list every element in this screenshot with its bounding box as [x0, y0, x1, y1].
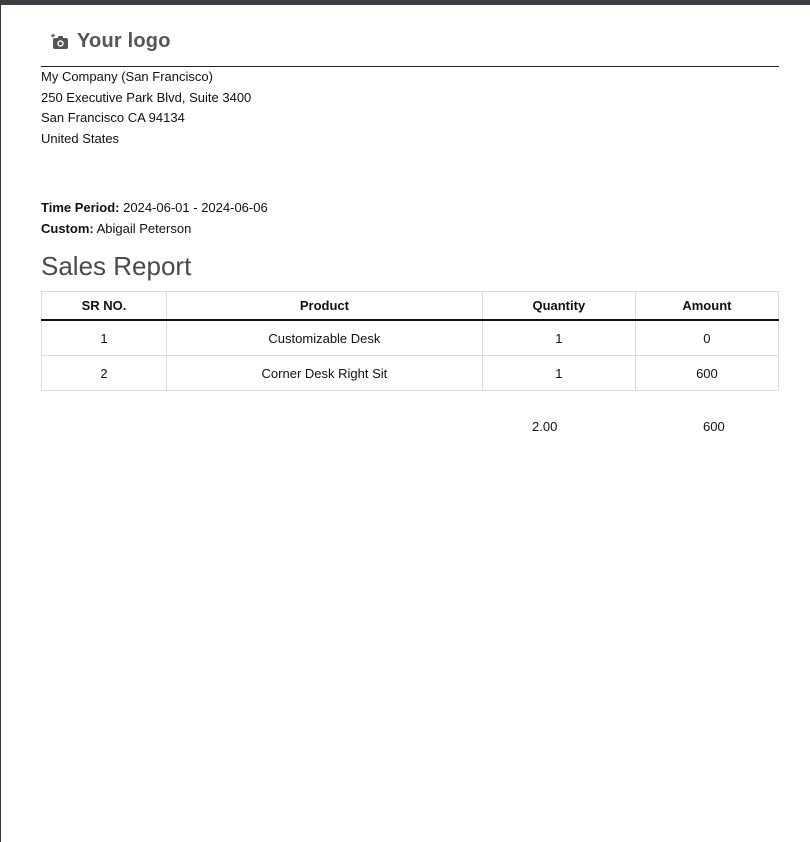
total-amount: 600 — [703, 419, 725, 434]
cell-quantity: 1 — [481, 319, 636, 356]
company-country: United States — [41, 130, 120, 146]
time-period-label: Time Period: — [41, 200, 120, 215]
report-page: Your logo My Company (San Francisco) 250… — [0, 0, 810, 842]
table-header-row: SR NO. Product Quantity Amount — [40, 291, 780, 321]
cell-quantity: 1 — [481, 355, 636, 391]
company-name: My Company (San Francisco) — [41, 69, 213, 84]
company-logo: Your logo — [51, 30, 171, 53]
time-period-line: Time Period: 2024-06-01 - 2024-06-06 — [41, 198, 268, 219]
custom-value: Abigail Peterson — [96, 220, 192, 236]
report-meta: Time Period: 2024-06-01 - 2024-06-06 Cus… — [41, 198, 268, 239]
company-city: San Francisco CA 94134 — [41, 110, 185, 125]
page-title: Sales Report — [41, 251, 192, 281]
sales-table: SR NO. Product Quantity Amount 1 Customi… — [40, 291, 780, 391]
column-header-quantity: Quantity — [481, 291, 636, 321]
cell-amount: 600 — [634, 355, 780, 391]
company-address: My Company (San Francisco) 250 Executive… — [41, 67, 251, 149]
cell-amount: 0 — [634, 319, 780, 356]
logo-text: Your logo — [77, 30, 171, 52]
custom-label: Custom: — [41, 220, 94, 236]
camera-plus-icon — [51, 33, 68, 49]
cell-product: Corner Desk Right Sit — [166, 355, 483, 391]
cell-sr-no: 1 — [40, 319, 168, 356]
table-row: 1 Customizable Desk 1 0 — [40, 319, 780, 356]
table-row: 2 Corner Desk Right Sit 1 600 — [40, 355, 780, 391]
column-header-amount: Amount — [634, 291, 780, 321]
column-header-sr-no: SR NO. — [40, 291, 168, 321]
viewer-top-bar — [1, 0, 810, 5]
total-quantity: 2.00 — [532, 419, 558, 434]
company-street: 250 Executive Park Blvd, Suite 3400 — [41, 89, 252, 105]
time-period-value: 2024-06-01 - 2024-06-06 — [123, 200, 268, 215]
cell-product: Customizable Desk — [166, 319, 483, 356]
cell-sr-no: 2 — [40, 355, 168, 391]
custom-line: Custom: Abigail Peterson — [41, 219, 268, 240]
column-header-product: Product — [166, 291, 483, 321]
